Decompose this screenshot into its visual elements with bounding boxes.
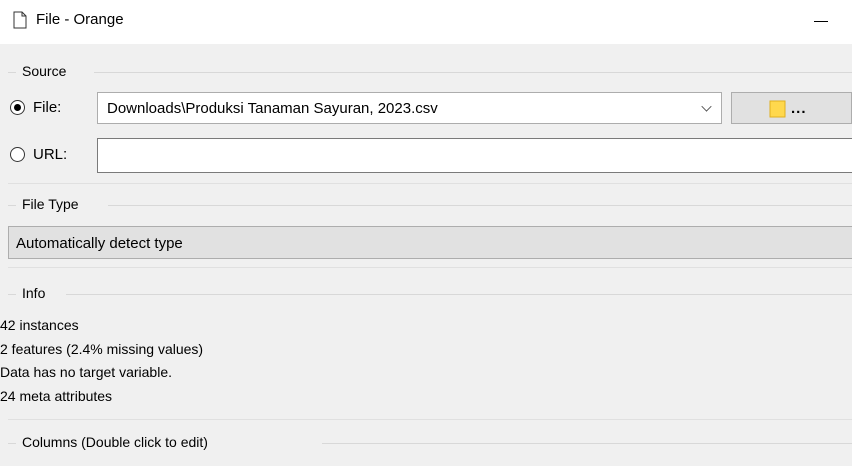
chevron-down-icon — [701, 101, 712, 112]
divider — [66, 294, 852, 295]
columns-group-header: Columns (Double click to edit) — [0, 433, 852, 453]
divider — [94, 72, 852, 73]
file-path-combobox[interactable]: Downloads\Produksi Tanaman Sayuran, 2023… — [97, 92, 722, 124]
columns-group-title: Columns (Double click to edit) — [22, 434, 208, 450]
info-group-header: Info — [0, 284, 852, 304]
folder-icon — [769, 100, 786, 118]
divider — [8, 205, 16, 206]
file-type-combobox[interactable]: Automatically detect type — [8, 226, 852, 259]
divider — [8, 183, 852, 184]
info-group-title: Info — [22, 285, 46, 301]
browse-button-label: ... — [791, 100, 807, 117]
file-type-group-header: File Type — [0, 195, 852, 215]
source-group-header: Source — [0, 62, 852, 82]
url-input[interactable] — [97, 138, 852, 173]
divider — [322, 443, 852, 444]
divider — [8, 267, 852, 268]
divider — [8, 72, 16, 73]
info-instances: 42 instances — [0, 317, 79, 333]
file-type-group-title: File Type — [22, 196, 79, 212]
url-radio[interactable] — [10, 147, 25, 162]
source-group-title: Source — [22, 63, 67, 79]
info-meta-attributes: 24 meta attributes — [0, 388, 113, 404]
file-type-value: Automatically detect type — [16, 235, 183, 252]
divider — [8, 443, 16, 444]
window-title: File - Orange — [36, 11, 124, 28]
minimize-icon — [814, 20, 828, 22]
divider — [8, 294, 16, 295]
file-radio-label: File: — [33, 99, 62, 116]
info-features: 2 features (2.4% missing values) — [0, 341, 204, 357]
file-radio[interactable] — [10, 100, 25, 115]
document-icon — [13, 11, 27, 29]
minimize-button[interactable] — [806, 8, 836, 34]
title-bar: File - Orange — [0, 0, 852, 44]
info-target: Data has no target variable. — [0, 364, 172, 380]
divider — [108, 205, 852, 206]
divider — [8, 419, 852, 420]
browse-file-button[interactable]: ... — [731, 92, 852, 124]
url-radio-label: URL: — [33, 146, 68, 163]
file-path-value: Downloads\Produksi Tanaman Sayuran, 2023… — [107, 100, 438, 117]
